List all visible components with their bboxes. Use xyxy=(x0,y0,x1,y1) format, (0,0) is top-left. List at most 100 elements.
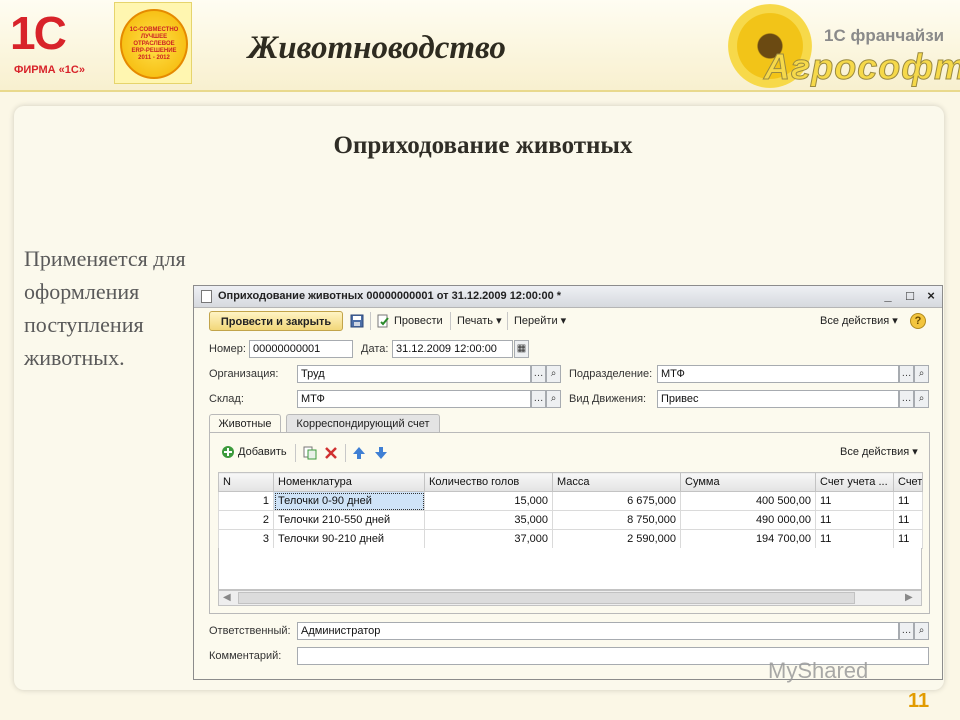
animals-table: N Номенклатура Количество голов Масса Су… xyxy=(218,472,923,549)
table-cell[interactable]: 8 750,000 xyxy=(552,510,681,530)
movement-type-select-icon[interactable]: … xyxy=(899,390,914,408)
column-header-account-2[interactable]: Счет xyxy=(893,472,923,492)
grid-all-actions-menu[interactable]: Все действия ▾ xyxy=(840,442,918,462)
responsible-search-icon[interactable]: ⌕ xyxy=(914,622,929,640)
goto-menu[interactable]: Перейти ▾ xyxy=(514,311,566,331)
scroll-thumb[interactable] xyxy=(238,592,855,604)
tab-animals[interactable]: Животные xyxy=(209,414,281,434)
table-cell[interactable]: Телочки 210-550 дней xyxy=(273,510,425,530)
movement-type-field[interactable]: Привес xyxy=(657,390,899,408)
department-field[interactable]: МТФ xyxy=(657,365,899,383)
table-row[interactable]: 3 Телочки 90-210 дней 37,000 2 590,000 1… xyxy=(218,529,923,549)
date-field[interactable]: 31.12.2009 12:00:00 xyxy=(392,340,513,358)
window-titlebar[interactable]: Оприходование животных 00000000001 от 31… xyxy=(194,286,942,308)
responsible-label: Ответственный: xyxy=(209,625,291,637)
scroll-left-icon[interactable]: ◀ xyxy=(223,591,231,605)
department-select-icon[interactable]: … xyxy=(899,365,914,383)
organization-search-icon[interactable]: ⌕ xyxy=(546,365,561,383)
award-seal-text: 1С-СОВМЕСТНО ЛУЧШЕЕ ОТРАСЛЕВОЕ ERP-РЕШЕН… xyxy=(129,27,179,61)
column-header-head-count[interactable]: Количество голов xyxy=(424,472,553,492)
toolbar-separator xyxy=(507,312,508,330)
delete-icon[interactable] xyxy=(324,446,338,460)
slide-subtitle: Оприходование животных xyxy=(333,132,633,159)
column-header-account[interactable]: Счет учета ... xyxy=(815,472,894,492)
table-cell[interactable]: 11 xyxy=(815,529,894,549)
table-cell[interactable]: 11 xyxy=(893,510,923,530)
table-cell[interactable]: Телочки 90-210 дней xyxy=(273,529,425,549)
post-button[interactable]: Провести xyxy=(394,311,443,331)
number-label: Номер: xyxy=(209,343,246,355)
post-icon[interactable] xyxy=(376,314,390,328)
arrow-up-icon[interactable] xyxy=(352,446,366,460)
warehouse-field[interactable]: МТФ xyxy=(297,390,531,408)
table-row[interactable]: 2 Телочки 210-550 дней 35,000 8 750,000 … xyxy=(218,510,923,530)
tab-correspondent-account[interactable]: Корреспондирующий счет xyxy=(286,414,440,434)
table-cell[interactable]: 400 500,00 xyxy=(680,491,816,511)
toolbar-separator xyxy=(295,444,296,462)
table-cell[interactable]: 3 xyxy=(218,529,274,549)
table-empty-area xyxy=(218,548,922,590)
toolbar-separator xyxy=(450,312,451,330)
calendar-icon[interactable]: ▦ xyxy=(514,340,529,358)
all-actions-menu[interactable]: Все действия ▾ xyxy=(820,311,898,331)
table-cell[interactable]: 1 xyxy=(218,491,274,511)
warehouse-search-icon[interactable]: ⌕ xyxy=(546,390,561,408)
scroll-right-icon[interactable]: ▶ xyxy=(905,591,913,605)
table-cell[interactable]: Телочки 0-90 дней xyxy=(273,491,425,511)
watermark: MyShared xyxy=(768,658,869,683)
document-window: Оприходование животных 00000000001 от 31… xyxy=(193,285,943,680)
award-seal: 1С-СОВМЕСТНО ЛУЧШЕЕ ОТРАСЛЕВОЕ ERP-РЕШЕН… xyxy=(114,2,192,84)
column-header-nomenclature[interactable]: Номенклатура xyxy=(273,472,425,492)
column-header-sum[interactable]: Сумма xyxy=(680,472,816,492)
warehouse-select-icon[interactable]: … xyxy=(531,390,546,408)
table-cell[interactable]: 6 675,000 xyxy=(552,491,681,511)
movement-type-search-icon[interactable]: ⌕ xyxy=(914,390,929,408)
maximize-button[interactable]: □ xyxy=(902,288,918,304)
number-field[interactable]: 00000000001 xyxy=(249,340,353,358)
copy-icon[interactable] xyxy=(303,446,317,460)
table-cell[interactable]: 490 000,00 xyxy=(680,510,816,530)
horizontal-scrollbar[interactable]: ◀ ▶ xyxy=(218,590,922,606)
column-header-mass[interactable]: Масса xyxy=(552,472,681,492)
franchise-label: 1С франчайзи xyxy=(824,26,945,45)
document-icon xyxy=(201,290,212,303)
comment-label: Комментарий: xyxy=(209,650,282,662)
column-header-n[interactable]: N xyxy=(218,472,274,492)
add-icon[interactable] xyxy=(221,445,235,459)
responsible-select-icon[interactable]: … xyxy=(899,622,914,640)
save-icon[interactable] xyxy=(350,314,364,328)
table-cell[interactable]: 15,000 xyxy=(424,491,553,511)
toolbar-separator xyxy=(370,312,371,330)
help-icon[interactable]: ? xyxy=(910,313,926,329)
table-row[interactable]: 1 Телочки 0-90 дней 15,000 6 675,000 400… xyxy=(218,491,923,511)
arrow-down-icon[interactable] xyxy=(374,446,388,460)
department-search-icon[interactable]: ⌕ xyxy=(914,365,929,383)
1c-logo: 1С ФИРМА «1С» xyxy=(8,8,108,82)
organization-label: Организация: xyxy=(209,368,279,380)
table-cell[interactable]: 11 xyxy=(815,491,894,511)
warehouse-label: Склад: xyxy=(209,393,244,405)
page-number: 11 xyxy=(908,690,930,712)
minimize-button[interactable]: _ xyxy=(880,288,896,304)
movement-type-label: Вид Движения: xyxy=(569,393,647,405)
brand-name: Агрософт xyxy=(763,46,960,88)
close-button[interactable]: × xyxy=(923,288,939,304)
table-cell[interactable]: 194 700,00 xyxy=(680,529,816,549)
1c-logo-firm: ФИРМА «1С» xyxy=(14,64,85,76)
organization-field[interactable]: Труд xyxy=(297,365,531,383)
table-cell[interactable]: 2 xyxy=(218,510,274,530)
responsible-field[interactable]: Администратор xyxy=(297,622,899,640)
table-cell[interactable]: 11 xyxy=(893,529,923,549)
slide-title: Животноводство xyxy=(248,30,506,66)
table-cell[interactable]: 37,000 xyxy=(424,529,553,549)
organization-select-icon[interactable]: … xyxy=(531,365,546,383)
table-cell[interactable]: 2 590,000 xyxy=(552,529,681,549)
table-cell[interactable]: 11 xyxy=(815,510,894,530)
post-and-close-button[interactable]: Провести и закрыть xyxy=(209,311,343,331)
table-cell[interactable]: 11 xyxy=(893,491,923,511)
print-menu[interactable]: Печать ▾ xyxy=(457,311,502,331)
table-header-row: N Номенклатура Количество голов Масса Су… xyxy=(218,472,923,492)
table-cell[interactable]: 35,000 xyxy=(424,510,553,530)
brand-logo: 1С франчайзи Агрософт xyxy=(722,2,960,90)
add-button[interactable]: Добавить xyxy=(238,442,287,462)
